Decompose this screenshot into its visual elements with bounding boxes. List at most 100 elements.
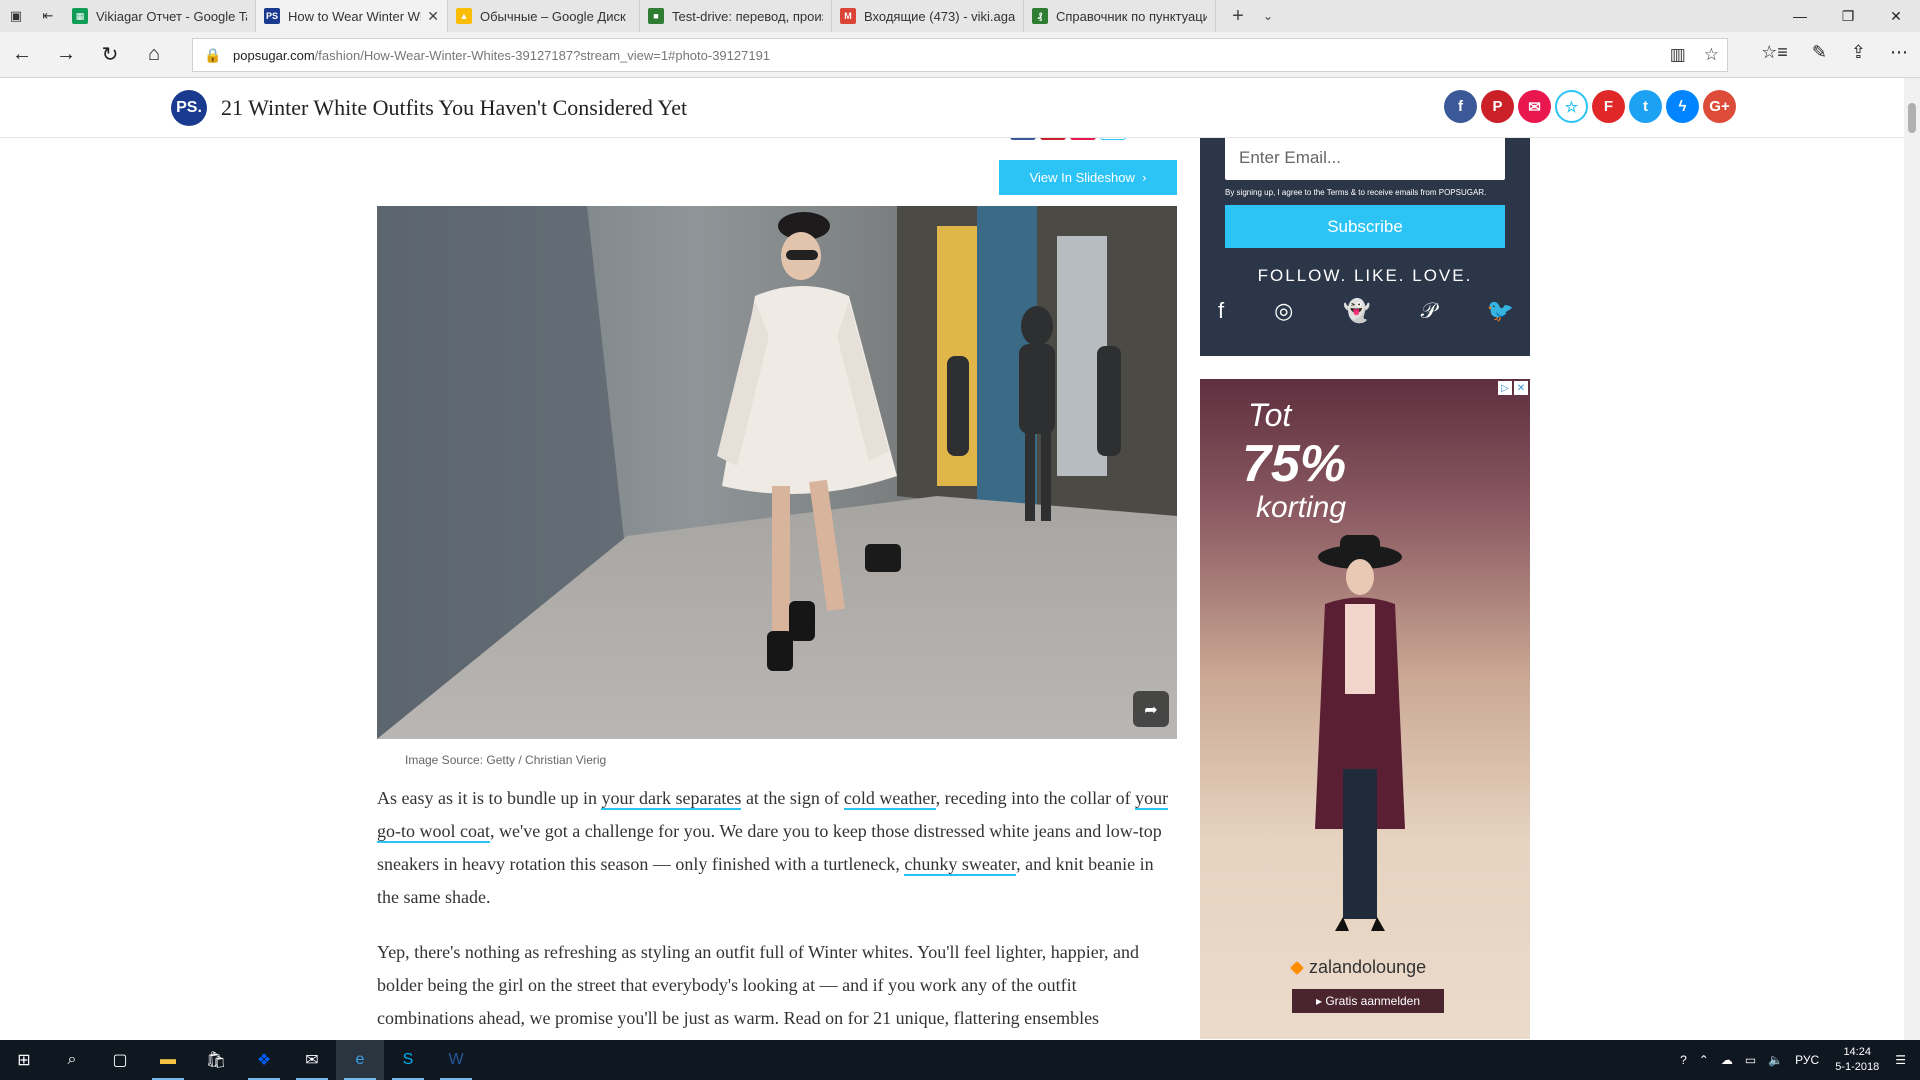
ad-close-icon[interactable]: ✕	[1514, 381, 1528, 395]
home-button[interactable]: ⌂	[132, 32, 176, 78]
browser-tab[interactable]: ■ Test-drive: перевод, произ	[640, 0, 832, 32]
article-paragraph: Yep, there's nothing as refreshing as st…	[377, 942, 1140, 1028]
adchoices-icon[interactable]: ▷	[1498, 381, 1512, 395]
tab-title: How to Wear Winter Wh	[288, 8, 422, 24]
twitter-icon[interactable]: 🐦	[1487, 298, 1514, 324]
action-center-icon[interactable]: ☰	[1895, 1053, 1906, 1067]
browser-tab[interactable]: M Входящие (473) - viki.agar@	[832, 0, 1024, 32]
messenger-share-button[interactable]: ϟ	[1666, 90, 1699, 123]
more-menu-icon[interactable]: ⋯	[1890, 42, 1908, 63]
back-button[interactable]: ←	[0, 32, 44, 78]
article-paragraph: As easy as it is to bundle up in your da…	[377, 788, 1169, 907]
show-hidden-icons[interactable]: ⌃	[1699, 1053, 1709, 1067]
tab-title: Обычные – Google Диск	[480, 8, 626, 24]
subscribe-button[interactable]: Subscribe	[1225, 205, 1505, 248]
tab-favicon: PS	[264, 8, 280, 24]
ad-percent: 75%	[1242, 435, 1347, 493]
zalando-logo: zalandolounge	[1290, 957, 1426, 978]
address-bar[interactable]: 🔒 popsugar.com/fashion/How-Wear-Winter-W…	[192, 38, 1728, 72]
ad-cta-button[interactable]: ▸ Gratis aanmelden	[1292, 989, 1444, 1013]
terms-text: By signing up, I agree to the Terms & to…	[1225, 188, 1487, 197]
image-caption: Image Source: Getty / Christian Vierig	[405, 753, 607, 767]
favorites-hub-icon[interactable]: ☆≡	[1761, 42, 1788, 63]
link-cold-weather[interactable]: cold weather	[843, 788, 936, 810]
minimize-button[interactable]: —	[1776, 0, 1824, 32]
dropbox-icon[interactable]: ❖	[240, 1040, 288, 1080]
view-slideshow-button[interactable]: View In Slideshow ›	[999, 160, 1177, 195]
facebook-share-button[interactable]: f	[1444, 90, 1477, 123]
email-share-button[interactable]: ✉	[1518, 90, 1551, 123]
store-icon[interactable]: 🛍	[192, 1040, 240, 1080]
page-title: 21 Winter White Outfits You Haven't Cons…	[221, 95, 688, 120]
ad-tot: Tot	[1248, 397, 1292, 433]
ad-korting: korting	[1256, 491, 1347, 524]
set-tabs-aside-icon[interactable]: ⇤	[32, 0, 64, 32]
pinterest-icon[interactable]: 𝒫	[1421, 298, 1437, 324]
page-scrollbar[interactable]	[1904, 78, 1920, 1040]
word-icon[interactable]: W	[432, 1040, 480, 1080]
link-dark-separates[interactable]: your dark separates	[601, 788, 742, 810]
onedrive-icon[interactable]: ☁	[1721, 1053, 1733, 1067]
tab-preview-chevron-icon[interactable]: ⌄	[1254, 0, 1282, 32]
browser-tab[interactable]: ₰ Справочник по пунктуаци	[1024, 0, 1216, 32]
mail-icon[interactable]: ✉	[288, 1040, 336, 1080]
article-body: As easy as it is to bundle up in your da…	[377, 782, 1177, 1040]
browser-tab[interactable]: ▲ Обычные – Google Диск	[448, 0, 640, 32]
popsugar-logo[interactable]: PS.	[171, 90, 207, 126]
edge-icon[interactable]: e	[336, 1040, 384, 1080]
tab-favicon: ▦	[72, 8, 88, 24]
article-photo[interactable]: ➦	[377, 206, 1177, 739]
ad-model-image	[1315, 535, 1405, 931]
close-tab-icon[interactable]: ✕	[427, 8, 439, 25]
tab-title: Vikiagar Отчет - Google Tab	[96, 8, 247, 24]
task-view-icon[interactable]: ▢	[96, 1040, 144, 1080]
share-buttons: f P ✉ ☆ Ft ϟ G+	[1444, 90, 1736, 123]
advertisement[interactable]: ▷ ✕ Tot 75% korting zalandolounge ▸ Grat…	[1200, 379, 1530, 1039]
share-icon[interactable]: ⇪	[1851, 42, 1866, 63]
tab-actions-icon[interactable]: ▣	[0, 0, 32, 32]
browser-tab[interactable]: PS How to Wear Winter Wh ✕	[256, 0, 448, 32]
tab-title: Test-drive: перевод, произ	[672, 8, 823, 24]
facebook-icon[interactable]: f	[1218, 298, 1224, 324]
skype-icon[interactable]: S	[384, 1040, 432, 1080]
tab-title: Входящие (473) - viki.agar@	[864, 8, 1015, 24]
favorite-star-icon[interactable]: ☆	[1704, 45, 1719, 65]
clock[interactable]: 14:24 5-1-2018	[1835, 1045, 1879, 1075]
social-links: f ◎ 👻 𝒫 🐦	[1218, 298, 1514, 324]
site-header: PS. 21 Winter White Outfits You Haven't …	[0, 78, 1904, 138]
browser-tab[interactable]: ▦ Vikiagar Отчет - Google Tab	[64, 0, 256, 32]
system-tray: ? ⌃ ☁ ▭ 🔈 РУС 14:24 5-1-2018 ☰	[1674, 1040, 1920, 1080]
refresh-button[interactable]: ↻	[88, 32, 132, 78]
link-chunky-sweater[interactable]: chunky sweater	[904, 854, 1017, 876]
tab-favicon: M	[840, 8, 856, 24]
favorite-share-button[interactable]: ☆	[1555, 90, 1588, 123]
snapchat-icon[interactable]: 👻	[1343, 298, 1370, 324]
web-page: PS. 21 Winter White Outfits You Haven't …	[0, 78, 1904, 1040]
newsletter-panel: Enter Email... By signing up, I agree to…	[1200, 138, 1530, 356]
url-text[interactable]: popsugar.com/fashion/How-Wear-Winter-Whi…	[233, 48, 770, 63]
email-input[interactable]: Enter Email...	[1225, 138, 1505, 180]
web-note-icon[interactable]: ✎	[1812, 42, 1827, 63]
help-icon[interactable]: ?	[1680, 1053, 1687, 1067]
tab-favicon: ▲	[456, 8, 472, 24]
search-icon[interactable]: ⌕	[48, 1040, 96, 1080]
language-indicator[interactable]: РУС	[1795, 1053, 1819, 1067]
lock-icon[interactable]: 🔒	[193, 47, 233, 64]
forward-button[interactable]: →	[44, 32, 88, 78]
file-explorer-icon[interactable]: ▬	[144, 1040, 192, 1080]
google-plus-share-button[interactable]: G+	[1703, 90, 1736, 123]
follow-heading: FOLLOW. LIKE. LOVE.	[1257, 266, 1473, 285]
volume-icon[interactable]: 🔈	[1768, 1053, 1783, 1067]
instagram-icon[interactable]: ◎	[1274, 298, 1293, 324]
start-button[interactable]: ⊞	[0, 1040, 48, 1080]
restore-button[interactable]: ❐	[1824, 0, 1872, 32]
tab-bar: ▣ ⇤ ▦ Vikiagar Отчет - Google Tab PS How to…	[0, 0, 1920, 32]
network-icon[interactable]: ▭	[1745, 1053, 1756, 1067]
new-tab-button[interactable]: +	[1222, 0, 1254, 32]
svg-text:➦: ➦	[1144, 700, 1157, 719]
reading-view-icon[interactable]: ▥	[1670, 45, 1686, 65]
flipboard-share-button[interactable]: F	[1592, 90, 1625, 123]
twitter-share-button[interactable]: t	[1629, 90, 1662, 123]
pinterest-share-button[interactable]: P	[1481, 90, 1514, 123]
close-window-button[interactable]: ✕	[1872, 0, 1920, 32]
